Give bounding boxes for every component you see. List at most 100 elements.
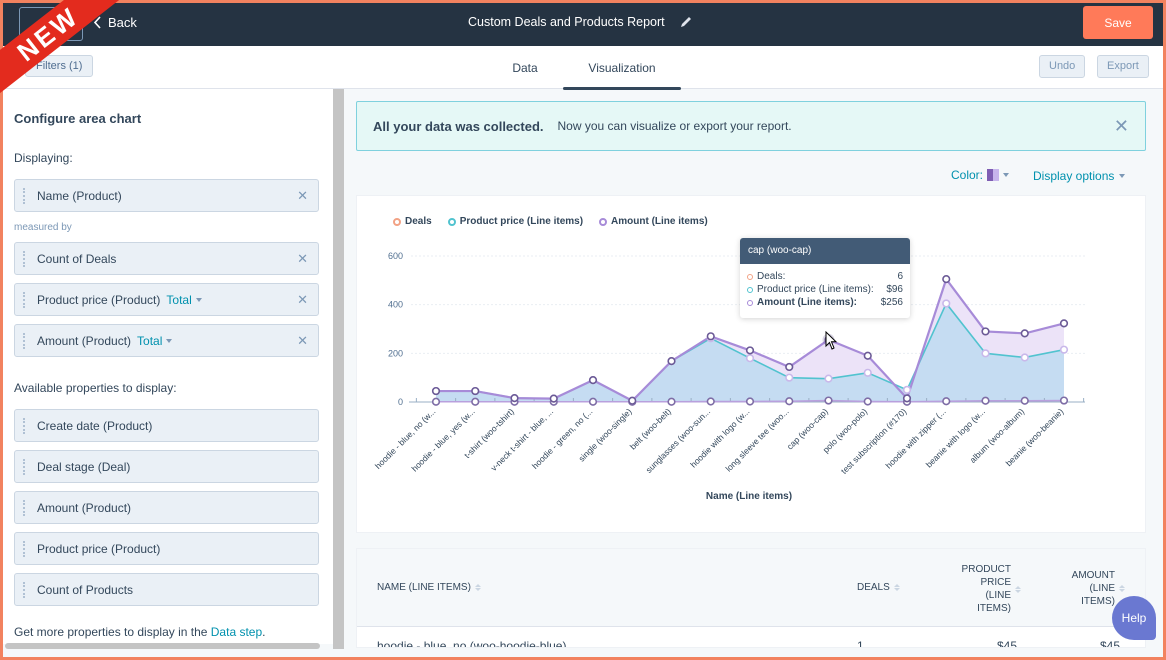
available-pill[interactable]: Product price (Product) — [14, 532, 319, 565]
data-point — [431, 397, 441, 406]
data-point — [863, 351, 872, 360]
remove-icon[interactable]: ✕ — [297, 188, 308, 204]
measured-by-label: measured by — [14, 222, 72, 233]
alert-text: Now you can visualize or export your rep… — [557, 119, 792, 133]
data-point — [785, 373, 794, 382]
undo-button[interactable]: Undo — [1039, 55, 1086, 78]
legend-dot-icon — [447, 217, 456, 226]
drag-handle-icon[interactable] — [23, 418, 26, 434]
table-cell: 1 — [857, 639, 864, 648]
footer-period: . — [262, 625, 266, 639]
data-point — [706, 397, 715, 406]
legend-label: Product price (Line items) — [459, 216, 584, 227]
remove-icon[interactable]: ✕ — [297, 292, 308, 308]
column-label: Name (Line items) — [377, 582, 471, 593]
y-tick-label: 0 — [398, 397, 403, 407]
data-point — [1059, 345, 1069, 354]
legend-item-product-price[interactable]: Product price (Line items) — [447, 216, 584, 227]
y-tick-label: 600 — [388, 251, 403, 261]
sidebar-horizontal-scrollbar[interactable] — [5, 643, 320, 649]
tooltip-value: 6 — [897, 271, 903, 282]
data-step-link[interactable]: Data step — [211, 625, 262, 639]
back-button[interactable]: Back — [93, 15, 137, 30]
data-point — [745, 354, 755, 363]
top-bar: Back Custom Deals and Products Report Sa… — [3, 3, 1163, 46]
data-point — [1020, 396, 1029, 405]
data-point — [431, 386, 441, 396]
drag-handle-icon[interactable] — [23, 251, 26, 267]
legend-dot-icon — [599, 217, 608, 226]
remove-icon[interactable]: ✕ — [297, 251, 308, 267]
series-dot-icon — [747, 286, 753, 293]
data-point — [785, 397, 794, 406]
displaying-label: Displaying: — [14, 151, 73, 165]
caret-down-icon — [195, 297, 202, 302]
help-button[interactable]: Help — [1112, 596, 1156, 640]
data-point — [628, 396, 637, 405]
legend-item-amount[interactable]: Amount (Line items) — [599, 216, 708, 227]
close-icon[interactable]: ✕ — [1114, 116, 1129, 137]
remove-icon[interactable]: ✕ — [297, 333, 308, 349]
sub-bar: Filters (1) Data Visualization Undo Expo… — [3, 46, 1163, 90]
sidebar-scrollbar[interactable] — [333, 89, 344, 649]
legend-dot-icon — [393, 217, 401, 226]
column-header-product-price[interactable]: Product price (Line items) — [953, 563, 1025, 615]
legend-item-deals[interactable]: Deals — [393, 216, 432, 227]
drag-handle-icon[interactable] — [23, 500, 26, 516]
column-header-name[interactable]: Name (Line items) — [377, 582, 481, 593]
data-point — [785, 362, 794, 372]
tooltip-value: $96 — [886, 284, 903, 295]
data-point — [981, 396, 990, 405]
data-point — [745, 397, 755, 406]
tooltip-value: $256 — [880, 297, 903, 308]
display-options-label: Display options — [1033, 169, 1115, 183]
aggregation-dropdown[interactable]: Total — [137, 334, 173, 348]
drag-handle-icon[interactable] — [23, 333, 26, 349]
data-point — [981, 349, 990, 358]
save-button[interactable]: Save — [1083, 6, 1153, 39]
series-dot-icon — [747, 299, 753, 306]
data-table: Name (Line items) Deals Product price (L… — [356, 548, 1146, 648]
tab-data[interactable]: Data — [503, 46, 547, 89]
pencil-icon[interactable] — [679, 15, 693, 29]
aggregation-dropdown[interactable]: Total — [166, 293, 202, 307]
sidebar-footer: Get more properties to display in the Da… — [14, 625, 265, 639]
x-axis-title: Name (Line items) — [706, 491, 792, 502]
dimension-pill[interactable]: Name (Product) ✕ — [14, 179, 319, 212]
measure-pill[interactable]: Product price (Product) Total ✕ — [14, 283, 319, 316]
footer-text: Get more properties to display in the — [14, 625, 211, 639]
legend-label: Amount (Line items) — [611, 216, 708, 227]
color-label: Color: — [951, 168, 984, 182]
data-point — [981, 327, 990, 336]
tooltip-row: Deals: 6 — [740, 270, 910, 283]
data-point — [824, 396, 833, 405]
color-dropdown[interactable]: Color: — [951, 168, 1010, 182]
display-options-dropdown[interactable]: Display options — [1033, 169, 1126, 183]
pill-label: Product price (Product) — [37, 292, 161, 307]
pill-label: Amount (Product) — [37, 333, 132, 348]
sort-icon — [1119, 585, 1125, 592]
measure-pill[interactable]: Amount (Product) Total ✕ — [14, 324, 319, 357]
available-pill[interactable]: Count of Products — [14, 573, 319, 606]
export-button[interactable]: Export — [1097, 55, 1149, 78]
drag-handle-icon[interactable] — [23, 582, 26, 598]
sort-icon — [474, 584, 481, 591]
measure-pill[interactable]: Count of Deals ✕ — [14, 242, 319, 275]
drag-handle-icon[interactable] — [23, 459, 26, 475]
y-tick-label: 400 — [388, 300, 403, 310]
column-label: Deals — [857, 582, 890, 593]
drag-handle-icon[interactable] — [23, 292, 26, 308]
column-header-deals[interactable]: Deals — [857, 582, 900, 593]
available-pill[interactable]: Create date (Product) — [14, 409, 319, 442]
column-header-amount[interactable]: Amount (Line items) — [1057, 569, 1127, 608]
drag-handle-icon[interactable] — [23, 541, 26, 557]
data-point — [667, 357, 676, 366]
report-title-text: Custom Deals and Products Report — [468, 15, 665, 29]
data-point — [471, 397, 480, 406]
sort-icon — [893, 584, 900, 591]
available-pill[interactable]: Deal stage (Deal) — [14, 450, 319, 483]
tab-visualization[interactable]: Visualization — [563, 46, 681, 90]
sort-icon — [1015, 585, 1021, 593]
available-pill[interactable]: Amount (Product) — [14, 491, 319, 524]
drag-handle-icon[interactable] — [23, 188, 26, 204]
